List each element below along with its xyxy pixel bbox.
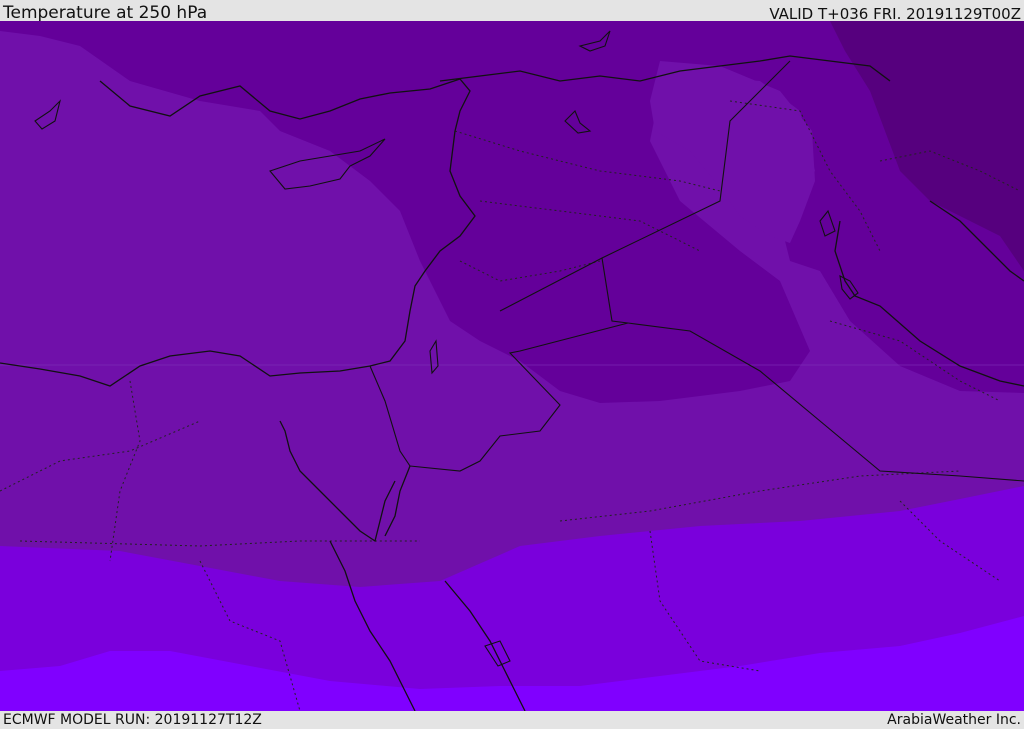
credit-label: ArabiaWeather Inc. — [887, 712, 1021, 728]
valid-time: VALID T+036 FRI. 20191129T00Z — [769, 5, 1021, 23]
footer-bar: ECMWF MODEL RUN: 20191127T12Z ArabiaWeat… — [0, 711, 1024, 729]
map-title: Temperature at 250 hPa — [3, 3, 208, 23]
model-run: ECMWF MODEL RUN: 20191127T12Z — [3, 712, 262, 728]
temperature-map — [0, 21, 1024, 711]
header-bar: Temperature at 250 hPa VALID T+036 FRI. … — [0, 0, 1024, 23]
